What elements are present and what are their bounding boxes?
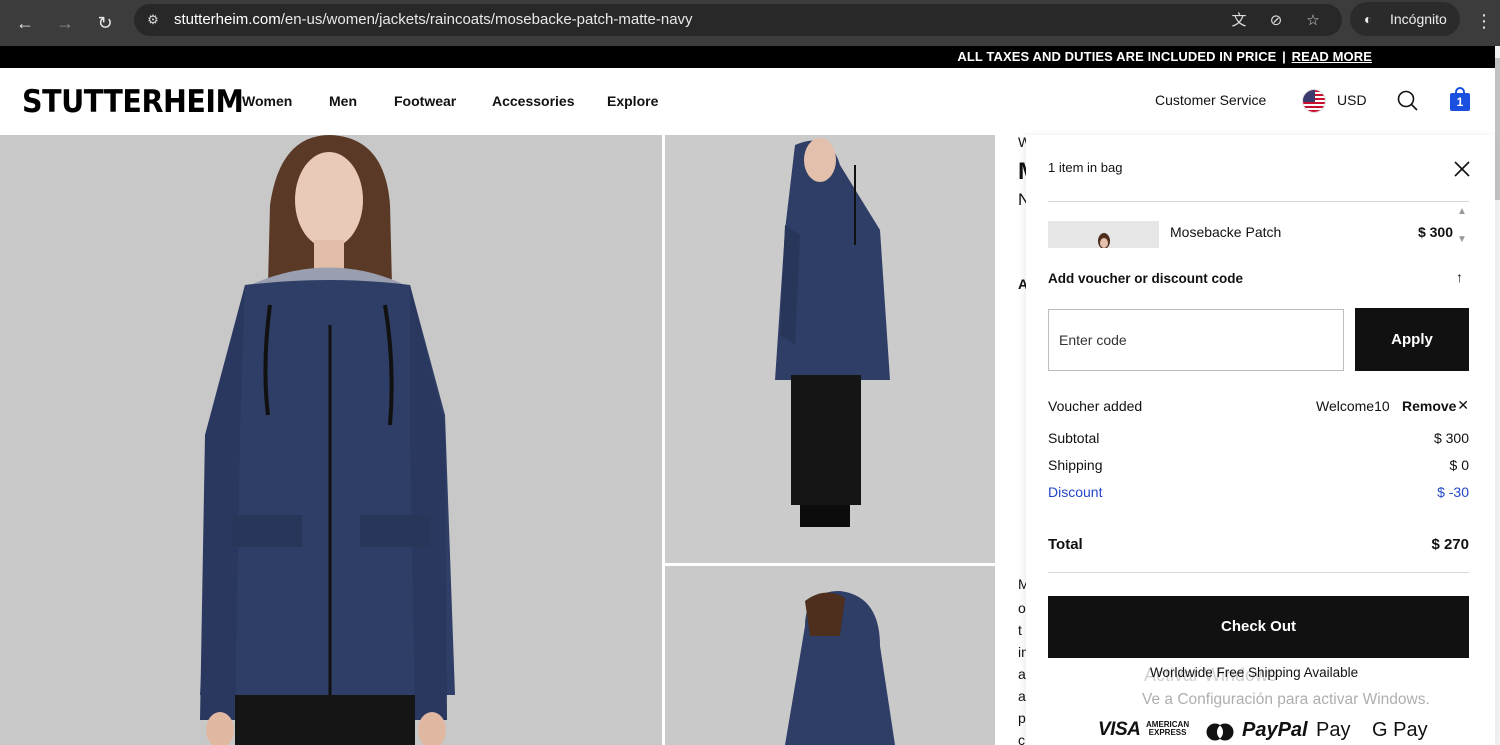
forward-icon[interactable]: → xyxy=(50,8,80,38)
amex-line-2: EXPRESS xyxy=(1148,728,1187,737)
total-label: Total xyxy=(1048,536,1083,553)
back-icon[interactable]: ← xyxy=(10,8,40,38)
customer-service-link[interactable]: Customer Service xyxy=(1155,92,1266,108)
discount-value: $ -30 xyxy=(1437,484,1469,500)
product-image-side[interactable] xyxy=(665,135,995,563)
promo-text: ALL TAXES AND DUTIES ARE INCLUDED IN PRI… xyxy=(957,49,1277,64)
voucher-code: Welcome10 xyxy=(1316,398,1390,414)
cart-item-thumbnail[interactable] xyxy=(1048,221,1159,248)
currency-selector[interactable]: USD xyxy=(1337,92,1367,108)
peek-char: a xyxy=(1018,666,1026,682)
subtotal-label: Subtotal xyxy=(1048,430,1100,446)
nav-women[interactable]: Women xyxy=(242,93,292,109)
promo-separator: | xyxy=(1282,49,1286,64)
peek-char: p xyxy=(1018,710,1026,726)
divider xyxy=(1048,572,1469,573)
google-pay-logo: G Pay xyxy=(1372,719,1428,741)
remove-voucher-button[interactable]: Remove xyxy=(1402,398,1456,414)
nav-accessories[interactable]: Accessories xyxy=(492,93,575,109)
discount-label: Discount xyxy=(1048,484,1103,500)
remove-x-icon[interactable]: ✕ xyxy=(1457,397,1469,414)
reload-icon[interactable]: ↻ xyxy=(90,8,120,38)
voucher-code-input[interactable] xyxy=(1048,309,1344,371)
page-scrollbar-thumb[interactable] xyxy=(1495,58,1500,200)
arrow-up-icon[interactable]: ↑ xyxy=(1456,269,1463,285)
voucher-added-label: Voucher added xyxy=(1048,398,1143,414)
scroll-down-icon[interactable]: ▼ xyxy=(1455,235,1469,245)
browser-menu-icon[interactable]: ⋮ xyxy=(1474,8,1494,34)
shipping-label: Shipping xyxy=(1048,457,1103,473)
nav-men[interactable]: Men xyxy=(329,93,357,109)
tracking-protection-icon[interactable]: ⊘ xyxy=(1265,10,1287,32)
peek-char: o xyxy=(1018,600,1026,616)
amex-logo: AMERICAN EXPRESS xyxy=(1146,721,1189,737)
address-bar[interactable]: ⚙ stutterheim.com/en-us/women/jackets/ra… xyxy=(134,4,1342,36)
site-header: STUTTERHEIM Women Men Footwear Accessori… xyxy=(0,68,1495,135)
nav-footwear[interactable]: Footwear xyxy=(394,93,456,109)
apple-pay-label: Pay xyxy=(1316,719,1351,741)
cart-item-name[interactable]: Mosebacke Patch xyxy=(1170,224,1281,240)
visa-logo: VISA xyxy=(1098,719,1141,740)
apply-button[interactable]: Apply xyxy=(1355,308,1469,371)
shipping-note: Worldwide Free Shipping Available xyxy=(1150,665,1359,680)
cart-item-price: $ 300 xyxy=(1417,224,1453,240)
translate-icon[interactable]: 文 xyxy=(1228,10,1250,32)
url-host: stutterheim.com xyxy=(174,11,281,28)
checkout-button[interactable]: Check Out xyxy=(1048,596,1469,658)
voucher-toggle[interactable]: Add voucher or discount code xyxy=(1048,271,1243,286)
incognito-badge[interactable]: ◐ Incógnito xyxy=(1350,2,1460,36)
us-flag-icon[interactable] xyxy=(1302,89,1326,113)
bag-count-badge: 1 xyxy=(1450,93,1470,111)
close-icon[interactable] xyxy=(1452,159,1472,179)
paypal-logo: PayPal xyxy=(1242,719,1308,741)
shipping-value: $ 0 xyxy=(1449,457,1469,473)
mastercard-logo xyxy=(1206,723,1234,741)
product-image-front[interactable] xyxy=(0,135,662,745)
windows-watermark-subtitle: Ve a Configuración para activar Windows. xyxy=(1142,691,1430,708)
promo-text-wrap: ALL TAXES AND DUTIES ARE INCLUDED IN PRI… xyxy=(957,49,1372,64)
peek-char: a xyxy=(1018,688,1026,704)
shopping-bag-icon[interactable]: 1 xyxy=(1450,87,1472,113)
apple-pay-logo: Pay xyxy=(1316,719,1350,742)
search-icon[interactable] xyxy=(1395,88,1421,114)
total-value: $ 270 xyxy=(1431,536,1469,553)
bookmark-star-icon[interactable]: ☆ xyxy=(1302,10,1324,32)
nav-explore[interactable]: Explore xyxy=(607,93,658,109)
incognito-label: Incógnito xyxy=(1390,11,1447,27)
peek-char: t xyxy=(1018,622,1022,638)
peek-char: c xyxy=(1018,732,1025,745)
url-text[interactable]: stutterheim.com/en-us/women/jackets/rain… xyxy=(174,11,693,28)
cart-title: 1 item in bag xyxy=(1048,160,1123,175)
scroll-up-icon[interactable]: ▲ xyxy=(1455,207,1469,217)
incognito-icon: ◐ xyxy=(1364,11,1373,27)
read-more-link[interactable]: READ MORE xyxy=(1292,49,1372,64)
promo-banner: ALL TAXES AND DUTIES ARE INCLUDED IN PRI… xyxy=(0,46,1500,68)
url-path: /en-us/women/jackets/raincoats/mosebacke… xyxy=(280,11,693,28)
browser-toolbar: ← → ↻ ⚙ stutterheim.com/en-us/women/jack… xyxy=(0,0,1500,46)
cart-drawer: 1 item in bag Mosebacke Patch $ 300 ▲ ▼ … xyxy=(1026,135,1495,745)
product-image-back[interactable] xyxy=(665,566,995,745)
divider xyxy=(1048,201,1469,202)
site-info-icon[interactable]: ⚙ xyxy=(142,9,164,31)
subtotal-value: $ 300 xyxy=(1433,430,1469,446)
site-logo[interactable]: STUTTERHEIM xyxy=(22,84,244,120)
